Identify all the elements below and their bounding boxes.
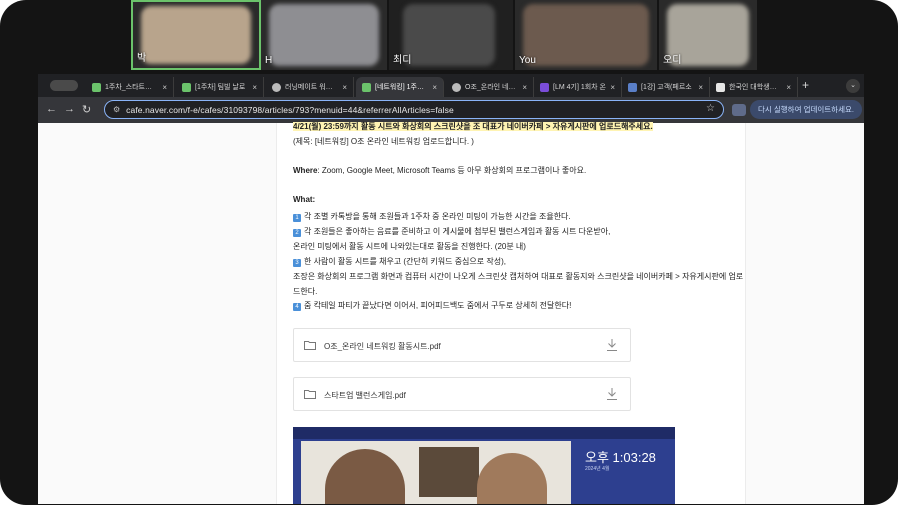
tab-bar: 1주차_스타트업 온라 × [1주차] 팀빌 날로 × 러닝메이트 워크북 × … xyxy=(38,74,864,97)
bookmark-star-icon[interactable]: ☆ xyxy=(706,103,715,114)
tab-title: 한국인 대학생의 휴 xyxy=(729,84,783,91)
participant-video xyxy=(403,4,495,66)
tab[interactable]: [LM 4기] 1회차 온 × xyxy=(534,77,622,97)
site-info-icon[interactable]: ⚙ xyxy=(113,105,120,114)
participant-video xyxy=(269,4,379,66)
tab[interactable]: 한국인 대학생의 휴 × xyxy=(710,77,798,97)
video-window xyxy=(301,441,571,504)
tab-title: 1주차_스타트업 온라 xyxy=(105,84,158,91)
participant-tile[interactable]: 오디 xyxy=(659,0,757,70)
participant-video xyxy=(523,4,649,66)
forward-icon[interactable]: → xyxy=(64,103,75,115)
tab-title: O조_온라인 네트워 xyxy=(465,84,519,91)
person-figure xyxy=(477,453,547,504)
where-text: : Zoom, Google Meet, Microsoft Teams 등 아… xyxy=(317,166,587,175)
participant-name: 박 xyxy=(137,53,147,64)
tab[interactable]: 러닝메이트 워크북 × xyxy=(266,77,354,97)
step-line: 온라인 미팅에서 활동 시트에 나와있는대로 활동을 진행한다. (20분 내) xyxy=(293,242,526,251)
folder-icon xyxy=(304,390,316,399)
cafe-favicon-icon xyxy=(182,82,191,92)
participant-name: You xyxy=(519,55,536,66)
close-icon[interactable]: × xyxy=(522,83,527,92)
step-line: 2각 조원들은 좋아하는 음료를 준비하고 이 게시물에 첨부된 밸런스게임과 … xyxy=(293,226,610,237)
globe-icon xyxy=(452,82,461,92)
screen: 박 H 최디 You 오디 1주차_스타트업 × [1주차] 팀빌 날로 × 러… xyxy=(0,0,898,505)
participant-video xyxy=(141,6,251,64)
participant-tile[interactable]: 박 xyxy=(131,0,261,70)
shared-browser-window: 1주차_스타트업 온라 × [1주차] 팀빌 날로 × 러닝메이트 워크북 × … xyxy=(38,74,864,504)
step-line: 4줌 칵테일 파티가 끝났다면 이어서, 피어피드백도 줌에서 구두로 상세히 … xyxy=(293,300,571,311)
download-icon[interactable] xyxy=(606,387,618,401)
where-line: Where: Zoom, Google Meet, Microsoft Team… xyxy=(293,165,586,176)
lm-favicon-icon xyxy=(540,82,549,92)
attachment-card[interactable]: 스타트업 밸런스게임.pdf xyxy=(293,377,631,411)
what-label: What: xyxy=(293,195,316,204)
step-line: 드한다. xyxy=(293,287,318,296)
close-icon[interactable]: × xyxy=(698,83,703,92)
close-icon[interactable]: × xyxy=(432,83,437,92)
close-icon[interactable]: × xyxy=(342,83,347,92)
step-line: 1각 조별 카톡방을 통해 조원들과 1주차 중 온라인 미팅이 가능한 시간을… xyxy=(293,211,571,222)
page-favicon-icon xyxy=(716,82,725,92)
address-bar[interactable]: ⚙ cafe.naver.com/f-e/cafes/31093798/arti… xyxy=(104,100,724,119)
close-icon[interactable]: × xyxy=(610,83,615,92)
tab[interactable]: 1주차_스타트업 온라 × xyxy=(86,77,174,97)
tab-title: [네트워킹] 1주차 온 xyxy=(375,84,429,91)
title-example-text: (제목: [네트워킹] O조 온라인 네트워킹 업로드합니다. ) xyxy=(293,137,474,146)
tab-title: [1주차] 팀빌 날로 xyxy=(195,84,246,91)
number-2-icon: 2 xyxy=(293,229,301,237)
deadline-text: 4/21(월) 23:59까지 활동 시트와 화상회의 스크린샷을 조 대표가 … xyxy=(293,122,653,131)
clock-date: 2024년 4월 xyxy=(585,466,610,472)
video-call-frame: 박 H 최디 You 오디 1주차_스타트업 × [1주차] 팀빌 날로 × 러… xyxy=(0,0,898,505)
article-body: 4/21(월) 23:59까지 활동 시트와 화상회의 스크린샷을 조 대표가 … xyxy=(276,122,746,504)
profile-icon[interactable] xyxy=(732,104,746,116)
tab-search-button[interactable]: ⌄ xyxy=(846,79,860,93)
doc-favicon-icon xyxy=(628,82,637,92)
cafe-favicon-icon xyxy=(92,82,101,92)
attachment-card[interactable]: O조_온라인 네트워킹 활동시트.pdf xyxy=(293,328,631,362)
browser-toolbar: ← → ↻ ⚙ cafe.naver.com/f-e/cafes/3109379… xyxy=(38,97,864,123)
number-1-icon: 1 xyxy=(293,214,301,222)
close-icon[interactable]: × xyxy=(162,83,167,92)
tab[interactable]: [1주차] 팀빌 날로 × xyxy=(176,77,264,97)
tab-title: 러닝메이트 워크북 xyxy=(285,84,339,91)
participant-strip: 박 H 최디 You 오디 xyxy=(0,0,898,72)
window-controls[interactable] xyxy=(50,80,78,91)
participant-tile[interactable]: 최디 xyxy=(389,0,513,70)
back-icon[interactable]: ← xyxy=(46,103,57,115)
participant-name: H xyxy=(265,55,273,66)
where-label: Where xyxy=(293,166,318,175)
number-3-icon: 3 xyxy=(293,259,301,267)
url-text: cafe.naver.com/f-e/cafes/31093798/articl… xyxy=(126,104,454,115)
new-tab-button[interactable]: + xyxy=(802,78,809,92)
cafe-favicon-icon xyxy=(362,82,371,92)
attachment-name: O조_온라인 네트워킹 활동시트.pdf xyxy=(324,342,441,351)
page-content: 4/21(월) 23:59까지 활동 시트와 화상회의 스크린샷을 조 대표가 … xyxy=(38,122,864,504)
close-icon[interactable]: × xyxy=(786,83,791,92)
participant-name: 최디 xyxy=(393,55,412,66)
tab-active[interactable]: [네트워킹] 1주차 온 × xyxy=(356,77,444,97)
close-icon[interactable]: × xyxy=(252,83,257,92)
person-figure xyxy=(325,449,405,504)
tab-title: [LM 4기] 1회차 온 xyxy=(553,84,606,91)
folder-icon xyxy=(304,341,316,350)
step-line: 3한 사람이 활동 시트를 채우고 (간단히 키워드 중심으로 작성), xyxy=(293,256,506,267)
participant-tile[interactable]: H xyxy=(261,0,387,70)
download-icon[interactable] xyxy=(606,338,618,352)
tab[interactable]: O조_온라인 네트워 × xyxy=(446,77,534,97)
tab[interactable]: [1강] 고객(페르소 × xyxy=(622,77,710,97)
attachment-name: 스타트업 밸런스게임.pdf xyxy=(324,391,406,400)
number-4-icon: 4 xyxy=(293,303,301,311)
tab-title: [1강] 고객(페르소 xyxy=(641,84,692,91)
menu-bar xyxy=(293,427,675,439)
step-line: 조장은 화상회의 프로그램 화면과 컴퓨터 시간이 나오게 스크린샷 캡처하여 … xyxy=(293,272,744,281)
update-button[interactable]: 다시 실행하여 업데이트하세요. xyxy=(750,100,862,119)
participant-tile[interactable]: You xyxy=(515,0,657,70)
bookshelf xyxy=(419,447,479,497)
reload-icon[interactable]: ↻ xyxy=(82,103,91,116)
participant-name: 오디 xyxy=(663,55,682,66)
screenshot-image[interactable]: 오후 1:03:28 2024년 4월 xyxy=(293,427,675,504)
clock-time: 오후 1:03:28 xyxy=(585,450,656,465)
globe-icon xyxy=(272,82,281,92)
